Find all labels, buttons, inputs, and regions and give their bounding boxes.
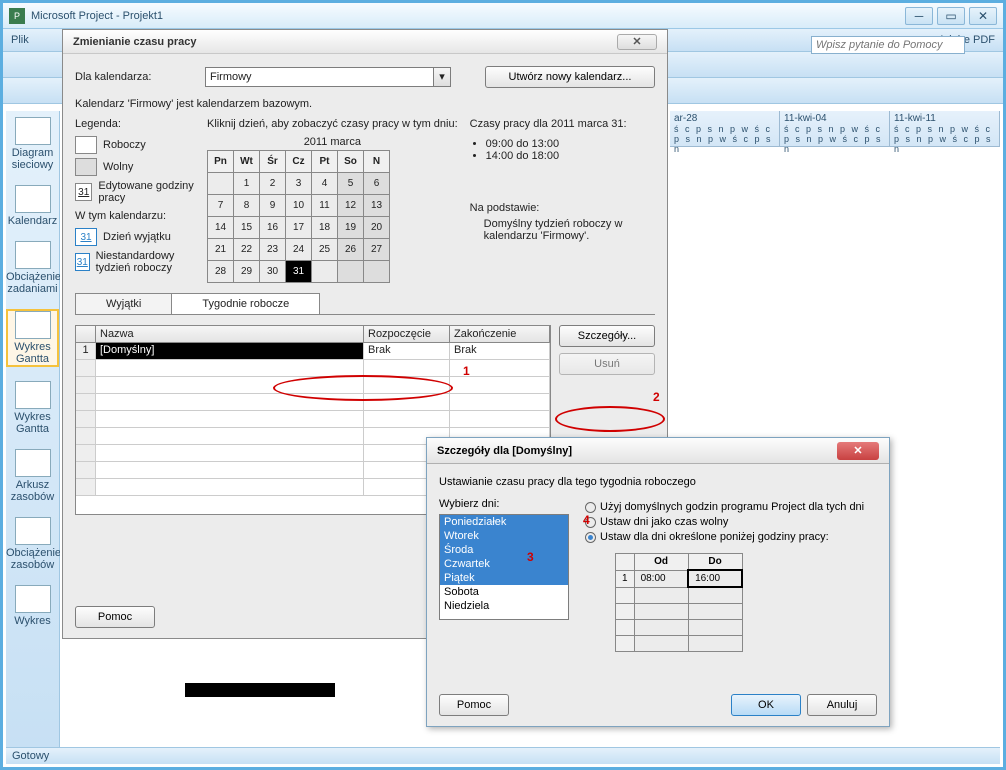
sidebar-item-gantt-2[interactable]: Wykres Gantta: [6, 381, 59, 435]
status-text: Gotowy: [12, 750, 49, 762]
ok-button[interactable]: OK: [731, 694, 801, 716]
pick-days-label: Wybierz dni:: [439, 498, 569, 510]
app-icon: P: [9, 8, 25, 24]
details-button[interactable]: Szczegóły...: [559, 325, 655, 347]
sidebar-item-resource-usage[interactable]: Obciążenie zasobów: [6, 517, 59, 571]
work-times-panel: Czasy pracy dla 2011 marca 31: 09:00 do …: [470, 118, 655, 283]
annotation-2: 2: [653, 390, 660, 404]
annotation-4: 4: [583, 513, 590, 527]
sidebar-item-gantt[interactable]: Wykres Gantta: [6, 309, 59, 367]
for-calendar-label: Dla kalendarza:: [75, 71, 195, 83]
view-bar: Diagram sieciowy Kalendarz Obciążenie za…: [6, 111, 60, 747]
menu-file[interactable]: Plik: [11, 34, 29, 46]
dialog2-subtitle: Ustawianie czasu pracy dla tego tygodnia…: [439, 476, 877, 488]
help-search-input[interactable]: [811, 36, 965, 54]
dialog2-close-button[interactable]: ✕: [837, 442, 879, 460]
maximize-button[interactable]: ▭: [937, 7, 965, 25]
minimize-button[interactable]: ─: [905, 7, 933, 25]
sidebar-item-task-usage[interactable]: Obciążenie zadaniami: [6, 241, 59, 295]
delete-button[interactable]: Usuń: [559, 353, 655, 375]
calendar-grid[interactable]: PnWtŚrCzPtSoN 123456 78910111213 1415161…: [207, 150, 390, 283]
sidebar-item-network[interactable]: Diagram sieciowy: [6, 117, 59, 171]
base-calendar-note: Kalendarz 'Firmowy' jest kalendarzem baz…: [75, 98, 655, 110]
statusbar: Gotowy: [6, 747, 1000, 764]
create-new-calendar-button[interactable]: Utwórz nowy kalendarz...: [485, 66, 655, 88]
calendar-section: Kliknij dzień, aby zobaczyć czasy pracy …: [207, 118, 458, 283]
sidebar-item-calendar[interactable]: Kalendarz: [6, 185, 59, 227]
gantt-bar: [185, 683, 335, 697]
tabs: Wyjątki Tygodnie robocze: [75, 293, 655, 315]
sidebar-item-graph[interactable]: Wykres: [6, 585, 59, 627]
dialog2-title: Szczegóły dla [Domyślny] ✕: [427, 438, 889, 464]
close-button[interactable]: ✕: [969, 7, 997, 25]
dialog-close-button[interactable]: ✕: [617, 34, 657, 50]
annotation-3: 3: [527, 550, 534, 564]
day-listbox[interactable]: Poniedziałek Wtorek Środa Czwartek Piąte…: [439, 514, 569, 620]
chevron-down-icon: ▾: [433, 68, 450, 86]
calendar-combo[interactable]: Firmowy▾: [205, 67, 451, 87]
dialog-title: Zmienianie czasu pracy ✕: [63, 30, 667, 54]
titlebar: P Microsoft Project - Projekt1 ─ ▭ ✕: [3, 3, 1003, 29]
annotation-1: 1: [463, 364, 470, 378]
window-title: Microsoft Project - Projekt1: [31, 10, 163, 22]
time-grid[interactable]: OdDo 108:0016:00: [615, 553, 743, 652]
sidebar-item-resource-sheet[interactable]: Arkusz zasobów: [6, 449, 59, 503]
legend: Legenda: Roboczy Wolny 31Edytowane godzi…: [75, 118, 195, 283]
radio-use-default[interactable]: Użyj domyślnych godzin programu Project …: [585, 501, 877, 513]
timescale: ar-28ś c p s n p w ś c p s n p w ś c p s…: [670, 111, 1000, 147]
radio-specific-times[interactable]: Ustaw dla dni określone poniżej godziny …: [585, 531, 877, 543]
help-button[interactable]: Pomoc: [75, 606, 155, 628]
details-dialog: Szczegóły dla [Domyślny] ✕ Ustawianie cz…: [426, 437, 890, 727]
radio-nonworking[interactable]: Ustaw dni jako czas wolny: [585, 516, 877, 528]
cancel-button[interactable]: Anuluj: [807, 694, 877, 716]
tab-work-weeks[interactable]: Tygodnie robocze: [171, 293, 320, 314]
tab-exceptions[interactable]: Wyjątki: [75, 293, 172, 314]
dialog2-help-button[interactable]: Pomoc: [439, 694, 509, 716]
